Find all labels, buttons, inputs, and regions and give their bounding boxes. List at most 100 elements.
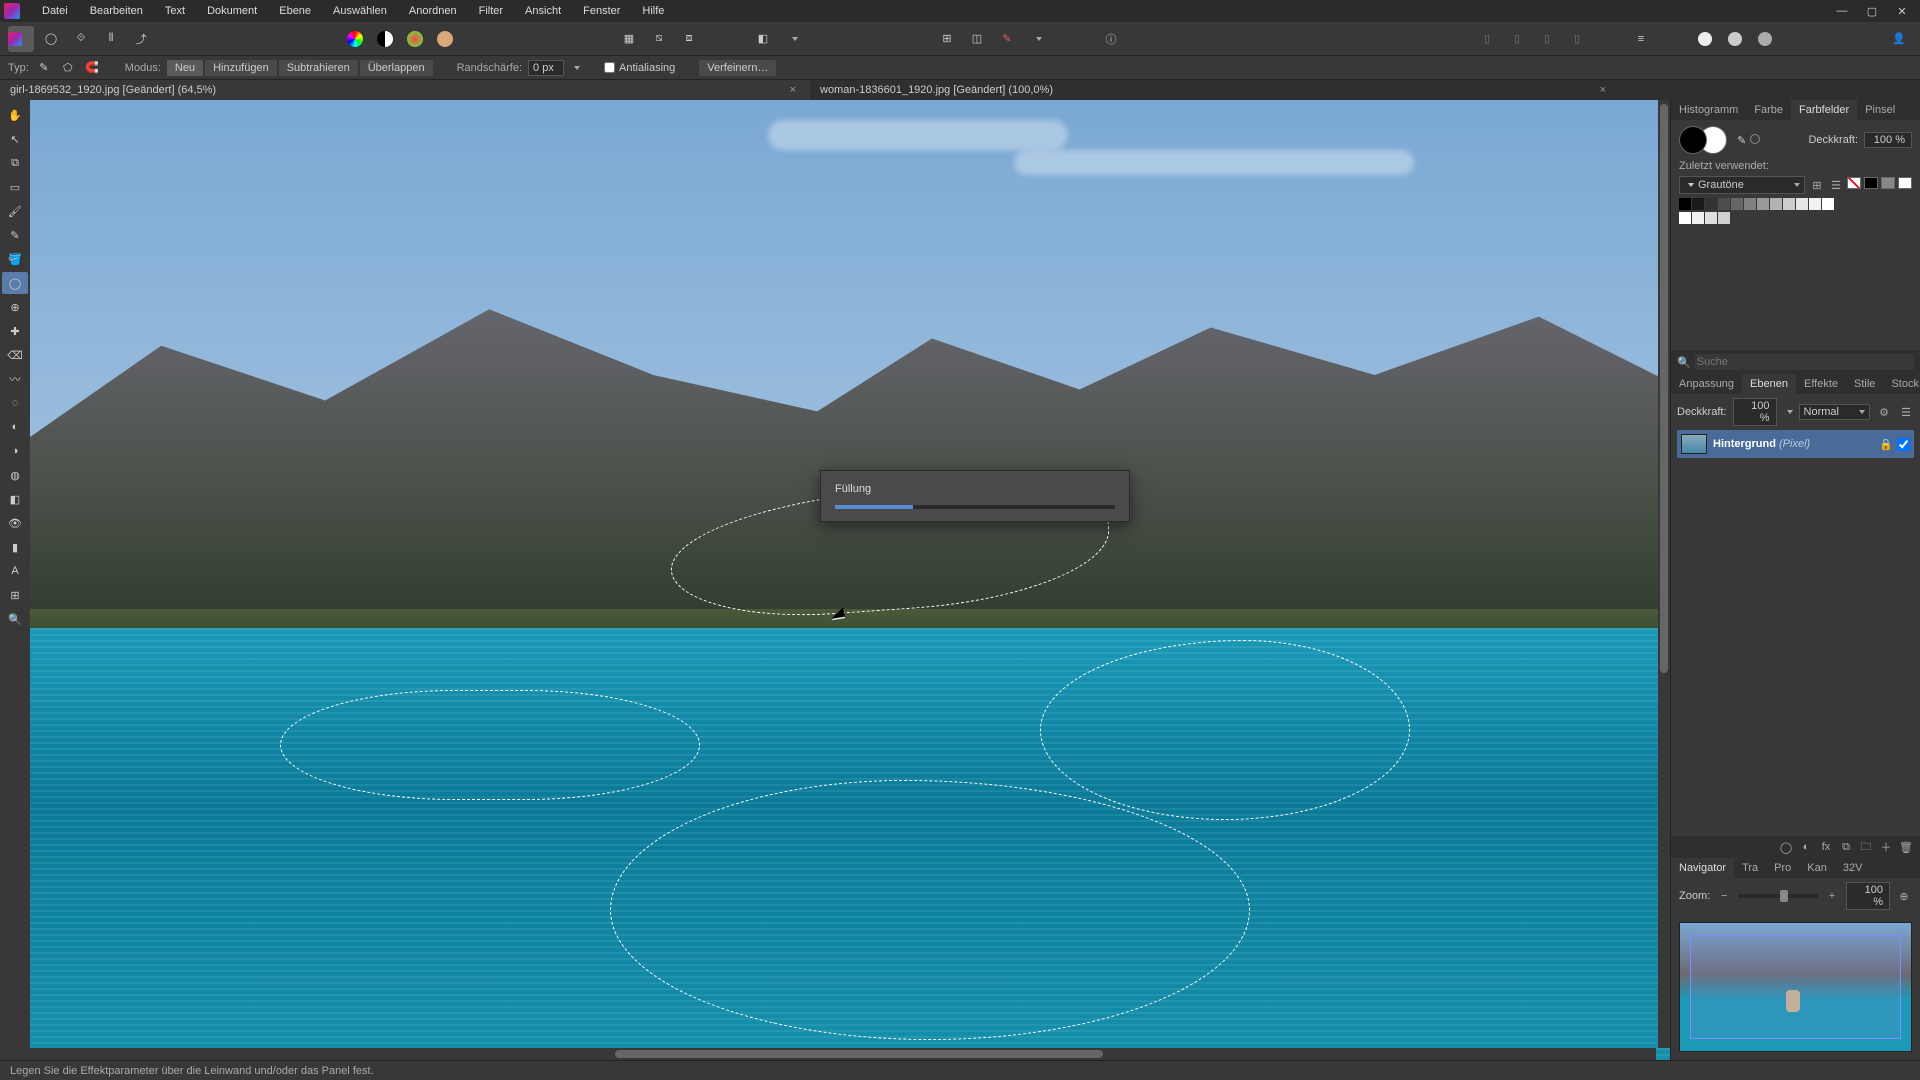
layer-menu-icon[interactable]: ☰: [1898, 404, 1914, 420]
swatch[interactable]: [1770, 198, 1782, 210]
dropdown2-icon[interactable]: [1024, 26, 1050, 52]
zoom-fit-icon[interactable]: ⊕: [1896, 888, 1912, 904]
selection-refine-icon[interactable]: ⧈: [676, 26, 702, 52]
add-layer-icon[interactable]: ＋: [1878, 839, 1894, 855]
blend-mode-dropdown[interactable]: Normal: [1799, 404, 1870, 420]
tab-histogramm[interactable]: Histogramm: [1671, 100, 1746, 120]
adjust-icon[interactable]: ◐: [1798, 839, 1814, 855]
canvas[interactable]: Füllung: [30, 100, 1670, 1060]
tab-ebenen[interactable]: Ebenen: [1742, 374, 1796, 394]
move-tool[interactable]: ↖: [2, 128, 28, 150]
menu-ebene[interactable]: Ebene: [269, 2, 321, 20]
text-tool[interactable]: A: [2, 560, 28, 582]
brush-tool[interactable]: 🖌: [2, 200, 28, 222]
dropdown-icon[interactable]: [780, 26, 806, 52]
feather-input[interactable]: [528, 60, 564, 76]
hand-tool[interactable]: ✋: [2, 104, 28, 126]
tab-farbfelder[interactable]: Farbfelder: [1791, 100, 1857, 120]
ellipse-tool[interactable]: ◯: [2, 272, 28, 294]
heal-tool[interactable]: ✚: [2, 320, 28, 342]
selection-crop-icon[interactable]: ⧅: [646, 26, 672, 52]
mode-hinzufügen[interactable]: Hinzufügen: [205, 60, 277, 76]
export-persona-icon[interactable]: ⤴: [128, 26, 154, 52]
antialias-checkbox[interactable]: Antialiasing: [604, 62, 675, 74]
tab-navigator[interactable]: Navigator: [1671, 858, 1734, 878]
swatch[interactable]: [1809, 198, 1821, 210]
minimize-button[interactable]: —: [1828, 1, 1856, 21]
grid-icon[interactable]: ⊞: [934, 26, 960, 52]
swatch[interactable]: [1822, 198, 1834, 210]
black-swatch[interactable]: [1864, 177, 1878, 189]
tab-kan[interactable]: Kan: [1799, 858, 1835, 878]
gray-swatch[interactable]: [1881, 177, 1895, 189]
foreground-background-colors[interactable]: [1679, 126, 1727, 154]
arrange-backward-icon[interactable]: ▯: [1504, 26, 1530, 52]
search-input[interactable]: [1695, 354, 1914, 370]
freehand-type-icon[interactable]: ✎: [35, 59, 53, 77]
swatch[interactable]: [1757, 198, 1769, 210]
layer-lock-icon[interactable]: 🔒: [1879, 438, 1893, 451]
arrange-back-icon[interactable]: ▯: [1474, 26, 1500, 52]
erase-tool[interactable]: ⌫: [2, 344, 28, 366]
snap-circle2-icon[interactable]: [1722, 26, 1748, 52]
navigator-viewport[interactable]: [1690, 935, 1901, 1039]
tab-stile[interactable]: Stile: [1846, 374, 1883, 394]
no-fill-swatch[interactable]: [1847, 177, 1861, 189]
group-icon[interactable]: 🗀: [1858, 839, 1874, 855]
navigator-preview[interactable]: [1679, 922, 1912, 1052]
zoom-tool[interactable]: 🔍: [2, 608, 28, 630]
quick-mask-icon[interactable]: ◧: [750, 26, 776, 52]
menu-fenster[interactable]: Fenster: [573, 2, 630, 20]
burn-tool[interactable]: ◑: [2, 440, 28, 462]
vertical-scrollbar[interactable]: [1658, 100, 1670, 1048]
swatch[interactable]: [1692, 198, 1704, 210]
feather-dropdown-icon[interactable]: [574, 66, 580, 70]
zoom-in-icon[interactable]: +: [1824, 888, 1840, 904]
layer-opacity-dropdown-icon[interactable]: [1787, 410, 1793, 414]
none-color-icon[interactable]: [1750, 134, 1760, 144]
swatch[interactable]: [1718, 198, 1730, 210]
opacity-input[interactable]: 100 %: [1864, 132, 1912, 148]
view-tool[interactable]: ▭: [2, 176, 28, 198]
swatch[interactable]: [1731, 198, 1743, 210]
bw-adjust-icon[interactable]: [372, 26, 398, 52]
swatch[interactable]: [1783, 198, 1795, 210]
dodge-tool[interactable]: ◐: [2, 416, 28, 438]
tone-persona-icon[interactable]: ⫴: [98, 26, 124, 52]
snap-circle1-icon[interactable]: [1692, 26, 1718, 52]
menu-text[interactable]: Text: [155, 2, 195, 20]
recent-swatch[interactable]: [1705, 212, 1717, 224]
menu-ansicht[interactable]: Ansicht: [515, 2, 571, 20]
mode-überlappen[interactable]: Überlappen: [360, 60, 433, 76]
mode-subtrahieren[interactable]: Subtrahieren: [279, 60, 358, 76]
selection-marquee-icon[interactable]: ▦: [616, 26, 642, 52]
tab-stock[interactable]: Stock: [1883, 374, 1920, 394]
photo-persona-icon[interactable]: [8, 26, 34, 52]
patch-tool[interactable]: ◧: [2, 488, 28, 510]
menu-anordnen[interactable]: Anordnen: [399, 2, 467, 20]
palette-dropdown[interactable]: Grautöne: [1679, 176, 1805, 194]
refine-button[interactable]: Verfeinern…: [699, 60, 776, 76]
tab-32v[interactable]: 32V: [1835, 858, 1871, 878]
sponge-tool[interactable]: ◍: [2, 464, 28, 486]
assistant-icon[interactable]: ✎: [994, 26, 1020, 52]
swatch[interactable]: [1796, 198, 1808, 210]
smudge-tool[interactable]: 〰: [2, 368, 28, 390]
delete-layer-icon[interactable]: 🗑: [1898, 839, 1914, 855]
tab-tra[interactable]: Tra: [1734, 858, 1766, 878]
recent-swatch[interactable]: [1692, 212, 1704, 224]
menu-bearbeiten[interactable]: Bearbeiten: [80, 2, 153, 20]
grid-tool[interactable]: ⊞: [2, 584, 28, 606]
maximize-button[interactable]: ▢: [1858, 1, 1886, 21]
swatch-grid-icon[interactable]: ⊞: [1809, 177, 1825, 193]
recent-swatch[interactable]: [1718, 212, 1730, 224]
align-icon[interactable]: ≡: [1628, 26, 1654, 52]
swatch-list-icon[interactable]: ☰: [1828, 177, 1844, 193]
mode-neu[interactable]: Neu: [167, 60, 203, 76]
document-tab[interactable]: woman-1836601_1920.jpg [Geändert] (100,0…: [810, 80, 1620, 100]
develop-persona-icon[interactable]: ⟐: [68, 26, 94, 52]
fx-icon[interactable]: fx: [1818, 839, 1834, 855]
arrange-front-icon[interactable]: ▯: [1564, 26, 1590, 52]
zoom-input[interactable]: 100 %: [1846, 882, 1890, 910]
hue-icon[interactable]: [402, 26, 428, 52]
